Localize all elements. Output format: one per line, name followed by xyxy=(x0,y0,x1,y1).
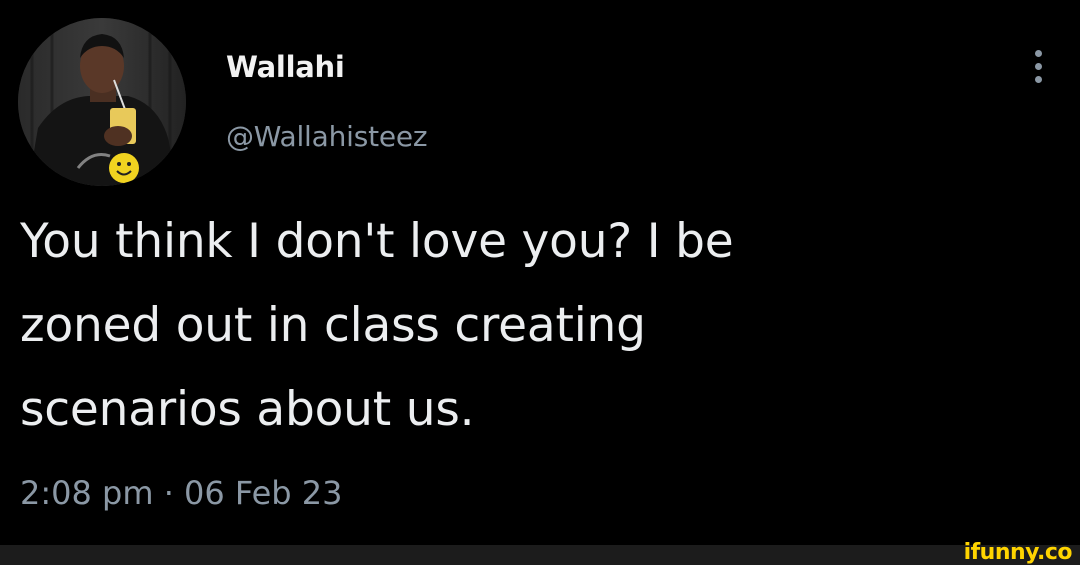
more-options-icon[interactable] xyxy=(1026,46,1050,88)
tweet-text-line: scenarios about us. xyxy=(20,382,475,437)
tweet-card: Wallahi @Wallahisteez You think I don't … xyxy=(0,0,1080,545)
display-name[interactable]: Wallahi xyxy=(226,50,345,84)
tweet-timestamp[interactable]: 2:08 pm · 06 Feb 23 xyxy=(20,474,342,512)
watermark-logo: ifunny.co xyxy=(963,540,1073,565)
tweet-text-line: You think I don't love you? I be xyxy=(20,214,734,269)
avatar-image xyxy=(18,18,186,186)
tweet-text: You think I don't love you? I be zoned o… xyxy=(20,200,1040,452)
user-handle[interactable]: @Wallahisteez xyxy=(226,120,428,153)
avatar[interactable] xyxy=(18,18,186,186)
watermark-bar xyxy=(0,545,1080,565)
tweet-text-line: zoned out in class creating xyxy=(20,298,646,353)
